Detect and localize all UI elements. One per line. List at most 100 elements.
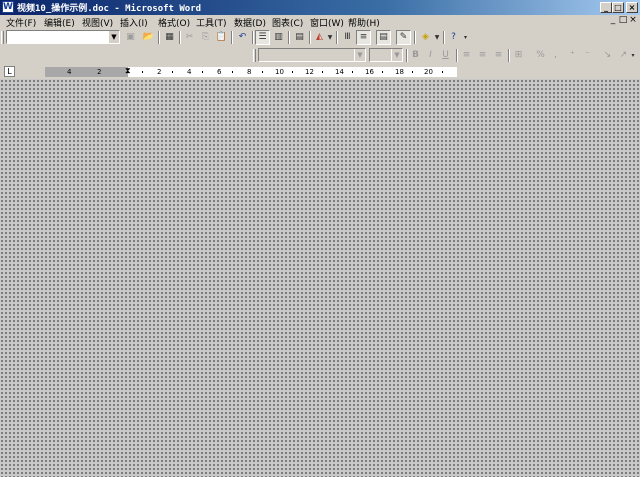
ruler-number: 18 xyxy=(395,68,404,76)
ruler-tick xyxy=(352,71,353,73)
italic-button[interactable]: I xyxy=(423,48,438,63)
menu-file[interactable]: 文件(F) xyxy=(6,16,36,29)
font-size-combo[interactable]: ▼ xyxy=(369,48,403,62)
toolbar-separator xyxy=(414,31,416,44)
ruler-tick xyxy=(382,71,383,73)
help-icon[interactable]: ? xyxy=(446,30,461,45)
undo-icon[interactable]: ↶ xyxy=(235,30,250,45)
font-name-combo[interactable]: ▼ xyxy=(258,48,366,62)
ruler-bar: L 4 2 2 4 6 8 10 12 14 16 18 20 ⧗ xyxy=(0,65,640,79)
close-button[interactable]: × xyxy=(626,2,638,13)
toolbar-separator xyxy=(443,31,445,44)
ruler-tick xyxy=(232,71,233,73)
horizontal-ruler[interactable]: 4 2 2 4 6 8 10 12 14 16 18 20 xyxy=(45,67,457,77)
menu-chart[interactable]: 图表(C) xyxy=(272,16,303,29)
ruler-tick xyxy=(202,71,203,73)
ruler-number: 2 xyxy=(97,68,102,76)
menu-insert[interactable]: 插入(I) xyxy=(120,16,148,29)
drawing-icon[interactable]: ✎ xyxy=(396,30,411,45)
menu-view[interactable]: 视图(V) xyxy=(82,16,113,29)
increase-decimal-icon[interactable]: ⁺ xyxy=(565,48,580,63)
document-window-controls: _ □ × xyxy=(608,15,638,25)
chevron-down-icon[interactable]: ▼ xyxy=(326,30,334,45)
doc-restore-button[interactable]: □ xyxy=(618,15,628,25)
chevron-down-icon[interactable]: ▼ xyxy=(108,31,119,43)
align-left-icon[interactable]: ≡ xyxy=(459,48,474,63)
toolbar-options-icon[interactable]: ▾ xyxy=(462,30,469,45)
ruler-number: 6 xyxy=(217,68,222,76)
toolbar-separator xyxy=(252,31,254,44)
center-icon[interactable]: ≡ xyxy=(475,48,490,63)
angle-clockwise-icon[interactable]: ↘ xyxy=(600,48,615,63)
word-app-icon[interactable]: W xyxy=(2,1,14,13)
toolbar-separator xyxy=(508,49,510,62)
chevron-down-icon[interactable]: ▼ xyxy=(354,49,365,61)
format-selected-object-icon[interactable]: ▣ xyxy=(123,30,138,45)
indent-marker-icon[interactable]: ⧗ xyxy=(125,65,131,77)
copy-icon[interactable]: ⎘ xyxy=(198,30,213,45)
doc-close-button[interactable]: × xyxy=(628,15,638,25)
percent-icon[interactable]: % xyxy=(533,48,548,63)
doc-minimize-button[interactable]: _ xyxy=(608,15,618,25)
menu-edit[interactable]: 编辑(E) xyxy=(44,16,75,29)
chevron-down-icon[interactable]: ▼ xyxy=(433,30,441,45)
ruler-tick xyxy=(142,71,143,73)
toolbar-grip[interactable] xyxy=(1,31,4,44)
ruler-tick xyxy=(442,71,443,73)
ruler-number: 20 xyxy=(424,68,433,76)
toolbar-separator xyxy=(179,31,181,44)
data-table-icon[interactable]: ▤ xyxy=(292,30,307,45)
menu-format[interactable]: 格式(O) xyxy=(158,16,190,29)
ruler-tick xyxy=(292,71,293,73)
toolbar-separator xyxy=(158,31,160,44)
underline-button[interactable]: U xyxy=(438,48,453,63)
toolbar-separator xyxy=(309,31,311,44)
paste-icon[interactable]: 📋 xyxy=(214,30,229,45)
align-right-icon[interactable]: ≡ xyxy=(491,48,506,63)
ruler-number: 8 xyxy=(247,68,252,76)
menu-window[interactable]: 窗口(W) xyxy=(310,16,344,29)
bold-button[interactable]: B xyxy=(408,48,423,63)
maximize-button[interactable]: □ xyxy=(612,2,624,13)
ruler-number: 4 xyxy=(187,68,192,76)
menu-tools[interactable]: 工具(T) xyxy=(196,16,227,29)
ruler-tick xyxy=(262,71,263,73)
toolbar-separator xyxy=(336,31,338,44)
minimize-button[interactable]: _ xyxy=(600,2,612,13)
ruler-number: 16 xyxy=(365,68,374,76)
fill-color-icon[interactable]: ◈ xyxy=(418,30,433,45)
chevron-down-icon[interactable]: ▼ xyxy=(391,49,402,61)
ruler-number: 2 xyxy=(157,68,162,76)
by-row-icon[interactable]: ☰ xyxy=(255,30,270,45)
ruler-tick xyxy=(412,71,413,73)
by-column-icon[interactable]: ▥ xyxy=(271,30,286,45)
chart-objects-combo[interactable]: ▼ xyxy=(6,30,120,44)
toolbar-separator xyxy=(288,31,290,44)
decrease-decimal-icon[interactable]: ⁻ xyxy=(580,48,595,63)
chart-workspace[interactable] xyxy=(0,79,640,477)
cut-icon[interactable]: ✂ xyxy=(182,30,197,45)
menu-help[interactable]: 帮助(H) xyxy=(348,16,380,29)
menu-bar: 文件(F) 编辑(E) 视图(V) 插入(I) 格式(O) 工具(T) 数据(D… xyxy=(0,15,640,29)
merge-center-icon[interactable]: ⊞ xyxy=(511,48,526,63)
ruler-number: 10 xyxy=(275,68,284,76)
view-datasheet-icon[interactable]: ▦ xyxy=(162,30,177,45)
title-bar: W 视频10_操作示例.doc - Microsoft Word _ □ × xyxy=(0,0,640,15)
toolbar-grip[interactable] xyxy=(253,49,256,62)
legend-icon[interactable]: ▤ xyxy=(376,30,391,45)
category-axis-gridlines-icon[interactable]: Ⅲ xyxy=(340,30,355,45)
formatting-toolbar: ▼ ▼ B I U ≡ ≡ ≡ ⊞ % , ⁺ ⁻ ↘ ↗ ▾ xyxy=(0,47,640,64)
tab-selector[interactable]: L xyxy=(4,66,15,77)
value-axis-gridlines-icon[interactable]: ≡ xyxy=(356,30,371,45)
ruler-tick xyxy=(172,71,173,73)
ruler-tick xyxy=(322,71,323,73)
comma-icon[interactable]: , xyxy=(548,48,563,63)
toolbar-options-icon[interactable]: ▾ xyxy=(629,48,637,63)
toolbar-separator xyxy=(231,31,233,44)
ruler-margin xyxy=(45,67,128,77)
chart-type-icon[interactable]: ◭ xyxy=(312,30,327,45)
window-title: 视频10_操作示例.doc - Microsoft Word xyxy=(17,4,202,14)
standard-toolbar: ▼ ▣ 📂 ▦ ✂ ⎘ 📋 ↶ ☰ ▥ ▤ ◭ ▼ Ⅲ ≡ ▤ ✎ ◈ ▼ ? … xyxy=(0,29,640,46)
menu-data[interactable]: 数据(D) xyxy=(234,16,266,29)
import-file-icon[interactable]: 📂 xyxy=(141,30,156,45)
